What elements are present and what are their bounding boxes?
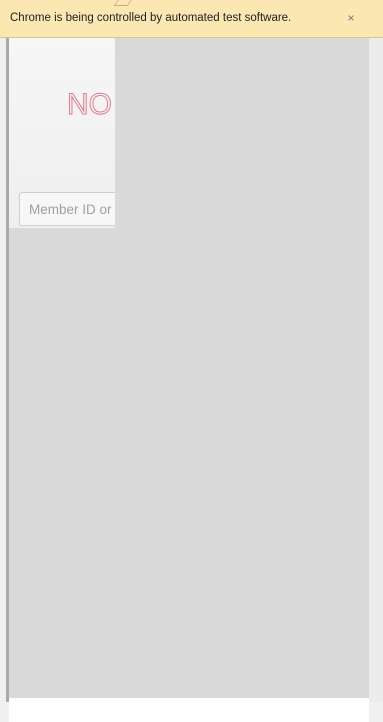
member-id-input[interactable]	[19, 192, 115, 226]
bottom-strip	[9, 698, 369, 722]
brand-logo: NO	[67, 84, 115, 124]
close-icon[interactable]: ×	[343, 10, 359, 26]
login-page-fragment: NO	[9, 38, 115, 228]
brand-logo-icon: NO	[67, 88, 113, 122]
automation-infobar: Chrome is being controlled by automated …	[0, 0, 383, 38]
infobar-message: Chrome is being controlled by automated …	[10, 12, 292, 24]
infobar-pointer	[113, 0, 133, 6]
logo-text: NO	[67, 88, 112, 121]
browser-viewport: NO	[0, 38, 383, 722]
window-right-edge	[369, 38, 383, 702]
